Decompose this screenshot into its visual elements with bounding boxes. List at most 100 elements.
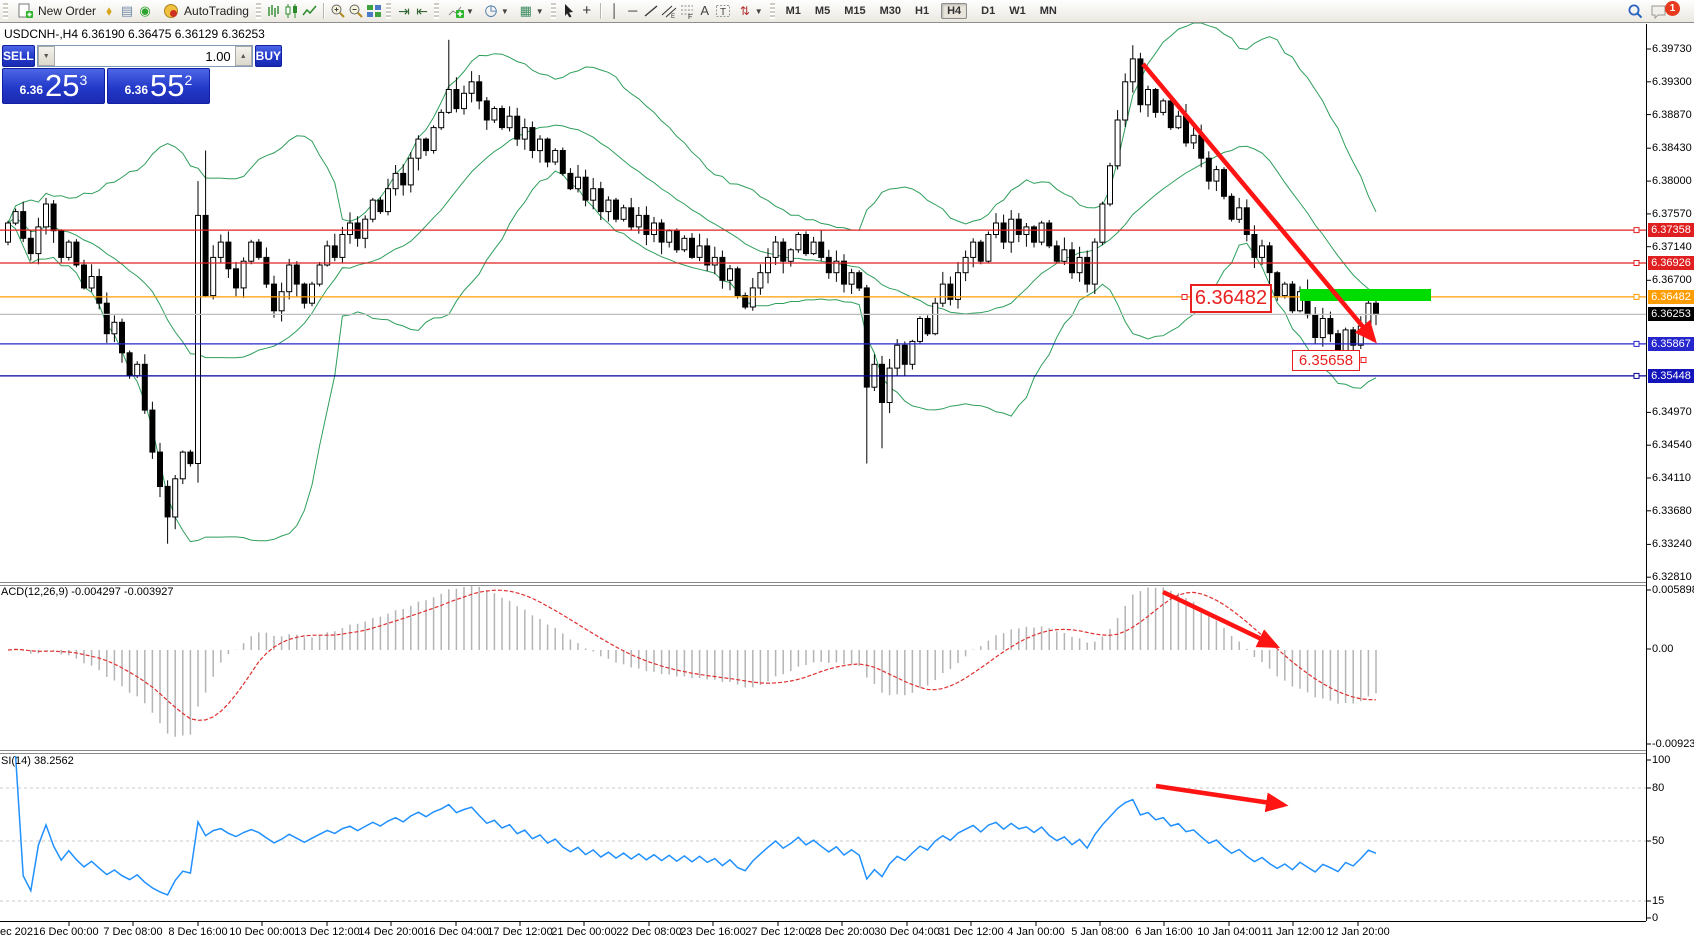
templates-button[interactable]: ▦ ▼ xyxy=(513,1,548,21)
price-tick: 6.34970 xyxy=(1652,406,1692,419)
time-label: 10 Dec 00:00 xyxy=(229,926,294,938)
vertical-line-icon[interactable]: │ xyxy=(606,2,624,20)
time-label: 13 Dec 12:00 xyxy=(294,926,359,938)
timeframe-m1[interactable]: M1 xyxy=(780,3,807,19)
shapes-button[interactable]: ⇅ ▼ xyxy=(732,1,767,21)
new-order-button[interactable]: New Order xyxy=(12,1,100,21)
time-label: 16 Dec 04:00 xyxy=(423,926,488,938)
chart-color-icon[interactable]: ⬧ xyxy=(100,2,118,20)
text-label-icon[interactable]: T xyxy=(714,2,732,20)
timeframe-mn[interactable]: MN xyxy=(1034,3,1063,19)
auto-scroll-icon[interactable]: ⇥ xyxy=(395,2,413,20)
timeframe-d1[interactable]: D1 xyxy=(975,3,1001,19)
time-label: 30 Dec 04:00 xyxy=(874,926,939,938)
sell-button[interactable]: SELL xyxy=(2,45,35,67)
toolbar-grip[interactable] xyxy=(386,3,391,19)
macd-indicator xyxy=(8,586,1376,737)
cursor-icon[interactable] xyxy=(560,2,578,20)
buy-price-sup: 2 xyxy=(185,72,193,88)
price-note-6.35658[interactable]: 6.35658 xyxy=(1292,350,1360,371)
volume-decrease-button[interactable]: ▼ xyxy=(38,46,55,66)
time-label: 31 Dec 12:00 xyxy=(938,926,1003,938)
equidistant-channel-icon[interactable]: E xyxy=(660,2,678,20)
annotations[interactable] xyxy=(1143,64,1431,805)
rsi-level-value: 100 xyxy=(1652,754,1670,767)
autotrading-label: AutoTrading xyxy=(184,4,249,18)
timeframe-m15[interactable]: M15 xyxy=(838,3,871,19)
timeframe-w1[interactable]: W1 xyxy=(1003,3,1032,19)
time-label: 6 Dec 00:00 xyxy=(39,926,98,938)
time-label: 27 Dec 12:00 xyxy=(745,926,810,938)
rsi-indicator xyxy=(0,756,1646,901)
volume-box: ▼ ▲ xyxy=(37,45,253,67)
candlestick-chart-icon[interactable] xyxy=(283,2,301,20)
toolbar-grip[interactable] xyxy=(256,3,261,19)
tile-windows-icon[interactable] xyxy=(365,2,383,20)
trend-arrow[interactable] xyxy=(1156,786,1284,805)
buy-price-big: 55 xyxy=(150,71,184,101)
line-chart-icon[interactable] xyxy=(301,2,319,20)
volume-input[interactable] xyxy=(55,46,235,66)
price-tag-6.37358: 6.37358 xyxy=(1648,223,1694,237)
fibonacci-icon[interactable]: F xyxy=(678,2,696,20)
sell-price-button[interactable]: 6.36 25 3 xyxy=(2,68,105,104)
macd-scale-value: 0.00 xyxy=(1652,643,1673,656)
buy-button[interactable]: BUY xyxy=(255,45,282,67)
chart-properties-icon[interactable]: ▤ xyxy=(118,2,136,20)
price-note-6.36482[interactable]: 6.36482 xyxy=(1190,284,1272,313)
new-order-label: New Order xyxy=(38,4,96,18)
price-tag-6.35867: 6.35867 xyxy=(1648,337,1694,351)
price-tick: 6.39300 xyxy=(1652,76,1692,89)
search-icon[interactable] xyxy=(1626,2,1644,20)
timeframe-h4[interactable]: H4 xyxy=(941,3,967,19)
volume-increase-button[interactable]: ▲ xyxy=(235,46,252,66)
chevron-down-icon: ▼ xyxy=(755,7,763,16)
candlesticks[interactable] xyxy=(6,40,1379,544)
time-label: 5 Jan 08:00 xyxy=(1071,926,1129,938)
zoom-in-icon[interactable] xyxy=(329,2,347,20)
notification-badge[interactable]: 1 xyxy=(1665,1,1680,16)
toolbar-grip[interactable] xyxy=(3,3,8,19)
zoom-out-icon[interactable] xyxy=(347,2,365,20)
time-label: 17 Dec 12:00 xyxy=(487,926,552,938)
note-handle[interactable] xyxy=(1361,358,1366,363)
toolbar-grip[interactable] xyxy=(434,3,439,19)
one-click-trading-panel: SELL ▼ ▲ BUY 6.36 25 3 6.36 55 2 xyxy=(2,45,210,104)
chart-shift-icon[interactable]: ⇤ xyxy=(413,2,431,20)
note-handle[interactable] xyxy=(1182,295,1187,300)
chart-plot[interactable] xyxy=(0,23,1694,942)
toolbar-grip[interactable] xyxy=(551,3,556,19)
periods-icon: ◷ xyxy=(482,2,500,20)
svg-text:E: E xyxy=(671,14,675,19)
toolbar-grip[interactable] xyxy=(770,3,775,19)
shapes-icon: ⇅ xyxy=(736,2,754,20)
time-label: 14 Dec 20:00 xyxy=(358,926,423,938)
buy-price-small: 6.36 xyxy=(125,83,148,97)
trendline-icon[interactable] xyxy=(642,2,660,20)
horizontal-line-icon[interactable]: ─ xyxy=(624,2,642,20)
trend-arrow[interactable] xyxy=(1163,592,1276,646)
indicators-button[interactable]: ▼ xyxy=(443,1,478,21)
text-icon[interactable]: A xyxy=(696,2,714,20)
bar-chart-icon[interactable] xyxy=(265,2,283,20)
templates-icon: ▦ xyxy=(517,2,535,20)
signals-icon[interactable]: ◉ xyxy=(136,2,154,20)
time-label: 11 Jan 12:00 xyxy=(1262,926,1325,938)
symbol-ohlc-line: USDCNH-,H4 6.36190 6.36475 6.36129 6.362… xyxy=(4,27,265,41)
buy-price-button[interactable]: 6.36 55 2 xyxy=(107,68,210,104)
timeframe-h1[interactable]: H1 xyxy=(909,3,935,19)
autotrading-button[interactable]: AutoTrading xyxy=(158,1,253,21)
macd-scale-value: 0.005898 xyxy=(1652,584,1694,597)
periods-button[interactable]: ◷ ▼ xyxy=(478,1,513,21)
time-label: 8 Dec 16:00 xyxy=(168,926,227,938)
rsi-label: SI(14) 38.2562 xyxy=(1,755,74,767)
timeframe-m5[interactable]: M5 xyxy=(809,3,836,19)
toolbar-right xyxy=(1626,0,1668,22)
green-highlight-bar[interactable] xyxy=(1300,289,1431,301)
price-tick: 6.37570 xyxy=(1652,208,1692,221)
macd-label: ACD(12,26,9) -0.004297 -0.003927 xyxy=(1,586,173,598)
crosshair-icon[interactable]: + xyxy=(578,2,596,20)
timeframe-m30[interactable]: M30 xyxy=(874,3,907,19)
time-label: 10 Jan 04:00 xyxy=(1197,926,1261,938)
price-tick: 6.38000 xyxy=(1652,175,1692,188)
